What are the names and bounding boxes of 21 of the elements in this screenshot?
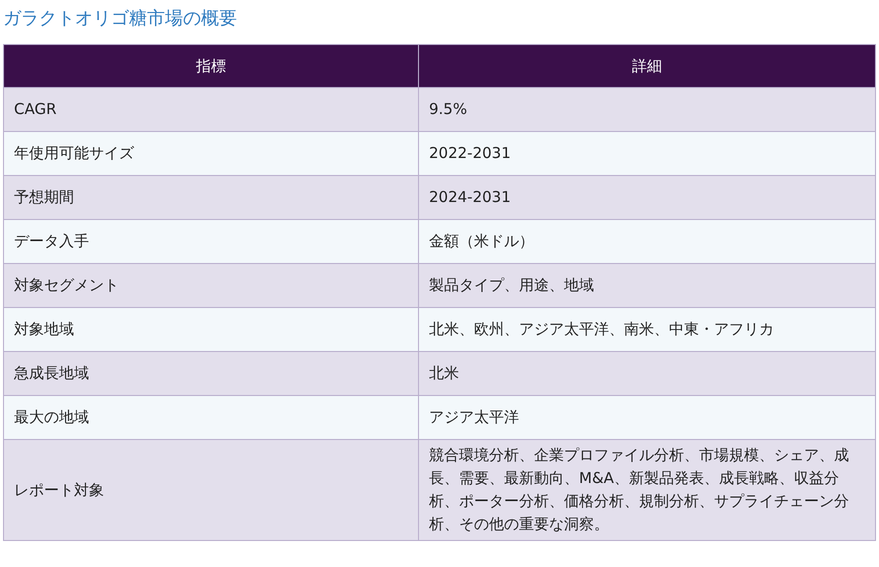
table-cell: 2024-2031 <box>418 176 876 220</box>
table-cell: 北米、欧州、アジア太平洋、南米、中東・アフリカ <box>418 308 876 352</box>
table-cell: 金額（米ドル） <box>418 220 876 264</box>
table-cell: CAGR <box>4 88 418 132</box>
table-cell: 競合環境分析、企業プロファイル分析、市場規模、シェア、成長、需要、最新動向、M&A、新製品発表、成長戦略、収益分析、ポーター分析、価格分析、規制分析、サプライチェーン分析、その他の重要な洞察。 <box>418 440 876 540</box>
table-cell: 製品タイプ、用途、地域 <box>418 264 876 308</box>
table-cell: 最大の地域 <box>4 396 418 440</box>
column-header: 指標 <box>4 44 418 88</box>
table-cell: レポート対象 <box>4 440 418 540</box>
column-header: 詳細 <box>418 44 876 88</box>
table-cell: 対象セグメント <box>4 264 418 308</box>
table-cell: 2022-2031 <box>418 132 876 176</box>
table-cell: データ入手 <box>4 220 418 264</box>
table-cell: 年使用可能サイズ <box>4 132 418 176</box>
table-cell: 急成長地域 <box>4 352 418 396</box>
page-title: ガラクトオリゴ糖市場の概要 <box>3 7 238 31</box>
table-cell: 9.5% <box>418 88 876 132</box>
table-cell: 予想期間 <box>4 176 418 220</box>
table-cell: アジア太平洋 <box>418 396 876 440</box>
table-cell: 対象地域 <box>4 308 418 352</box>
table-cell: 北米 <box>418 352 876 396</box>
